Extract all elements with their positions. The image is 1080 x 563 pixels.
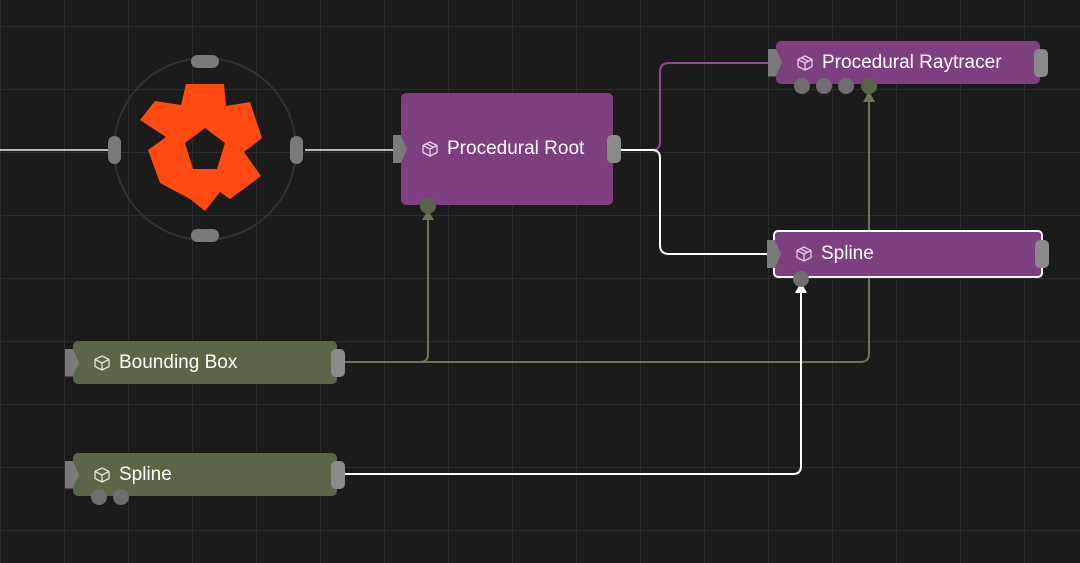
spline-node-selected[interactable]: Spline [767, 230, 1049, 278]
procedural-raytracer-output-port[interactable] [1034, 48, 1048, 77]
procedural-raytracer-title: Procedural Raytracer [822, 51, 1002, 73]
wire-bounding-box-to-root [345, 212, 429, 363]
wire-root-to-raytracer [620, 62, 778, 151]
spline-node[interactable]: Spline [65, 453, 345, 496]
procedural-root-bottom-port[interactable] [420, 198, 436, 214]
bounding-box-output-port[interactable] [331, 348, 345, 377]
procedural-raytracer-node[interactable]: Procedural Raytracer [768, 41, 1048, 84]
bounding-box-node[interactable]: Bounding Box [65, 341, 345, 384]
spline-selected-title: Spline [821, 243, 874, 264]
spline-selected-bottom-port[interactable] [793, 271, 809, 287]
procedural-root-title: Procedural Root [447, 138, 585, 159]
procedural-root-output-port[interactable] [607, 135, 621, 163]
logo-left-port[interactable] [108, 136, 121, 164]
bounding-box-title: Bounding Box [119, 351, 238, 373]
spline-bottom-port-1[interactable] [91, 489, 107, 505]
package-icon [422, 141, 438, 157]
logo-top-port[interactable] [191, 55, 219, 68]
procedural-raytracer-bottom-port-3[interactable] [838, 78, 854, 94]
spline-input-port[interactable] [65, 460, 79, 489]
package-icon [796, 246, 812, 262]
spline-bottom-port-2[interactable] [113, 489, 129, 505]
procedural-raytracer-input-port[interactable] [768, 48, 782, 77]
procedural-root-node[interactable]: Procedural Root [393, 93, 621, 205]
logo-bottom-port[interactable] [191, 229, 219, 242]
logo-node[interactable] [113, 57, 297, 241]
wire-root-to-spline [620, 149, 778, 255]
package-icon [797, 54, 813, 71]
spline-output-port[interactable] [331, 460, 345, 489]
procedural-raytracer-bottom-port-1[interactable] [794, 78, 810, 94]
cube-icon [94, 466, 110, 483]
spline-selected-input-port[interactable] [767, 240, 781, 268]
wire-spline-to-spline [345, 285, 802, 475]
spline-title: Spline [119, 463, 172, 485]
cube-icon [94, 354, 110, 371]
logo-right-port[interactable] [290, 136, 303, 164]
flower-star-logo-icon [140, 84, 262, 211]
procedural-raytracer-bottom-port-4[interactable] [861, 78, 877, 94]
procedural-root-input-port[interactable] [393, 135, 407, 163]
procedural-raytracer-bottom-port-2[interactable] [816, 78, 832, 94]
spline-selected-output-port[interactable] [1035, 240, 1049, 268]
bounding-box-input-port[interactable] [65, 348, 79, 377]
